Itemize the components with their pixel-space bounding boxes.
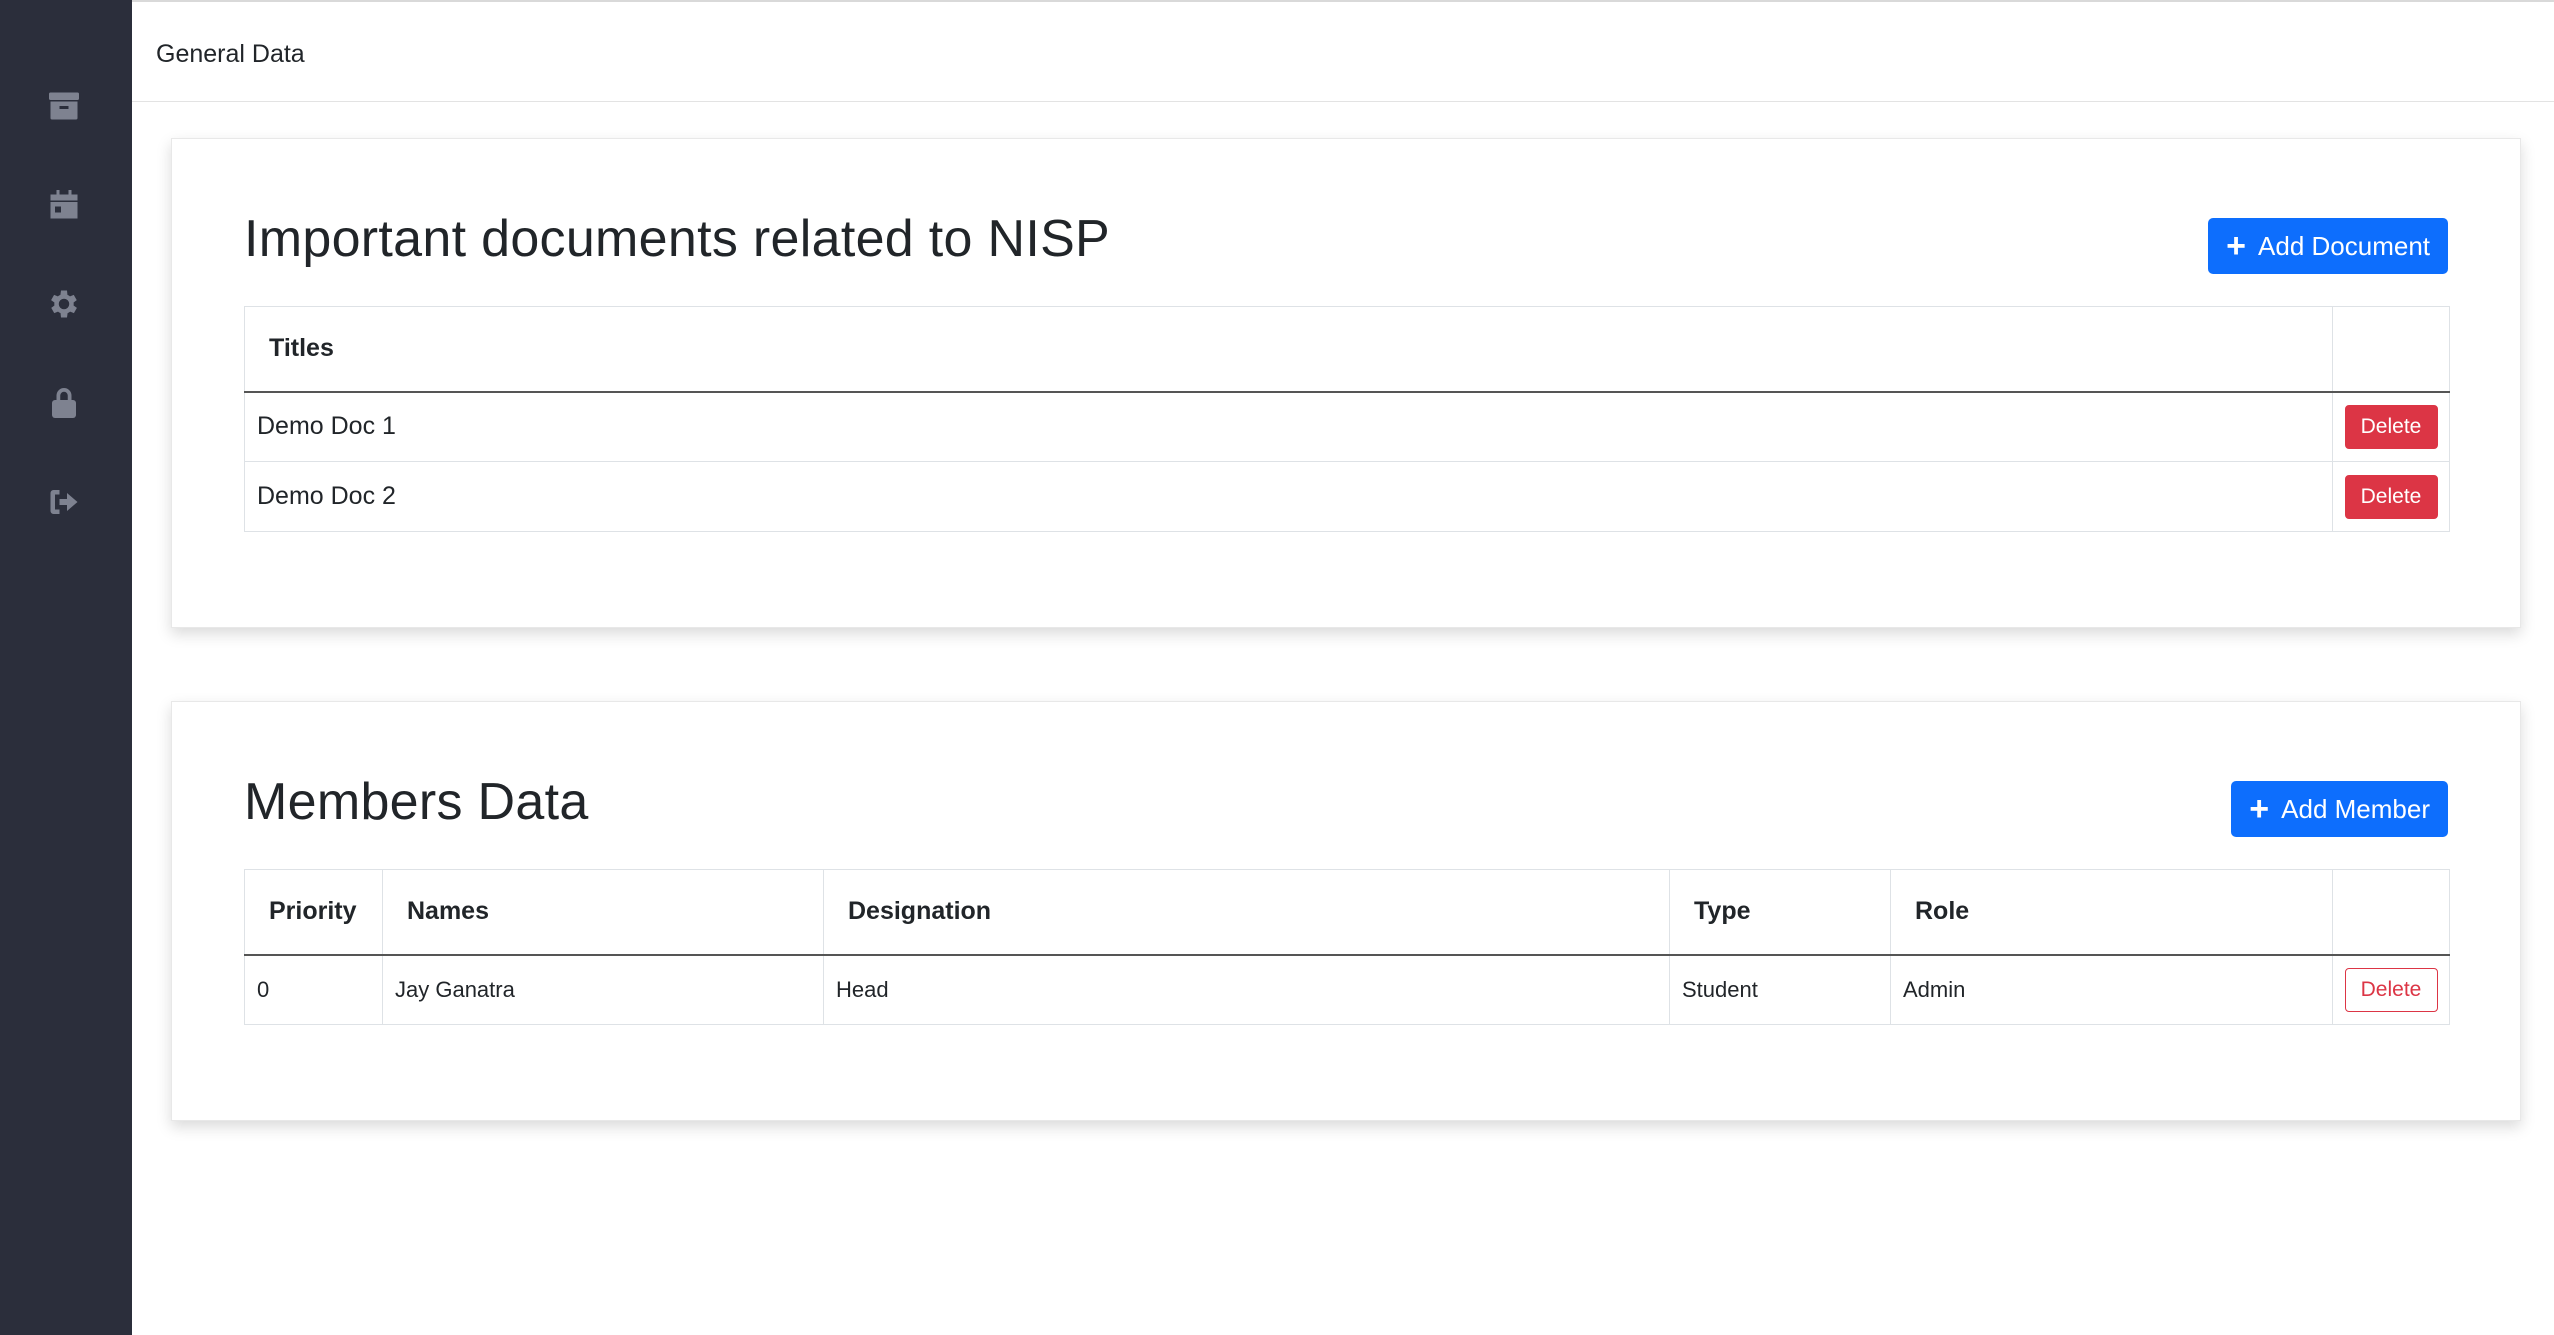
members-table: Priority Names Designation Type Role 0 J… [244,869,2450,1025]
column-header-role: Role [1890,869,2333,956]
sidebar [0,0,132,1335]
table-row: Demo Doc 1 Delete [244,391,2450,462]
column-header-names: Names [382,869,824,956]
table-row: Demo Doc 2 Delete [244,461,2450,532]
document-title-cell: Demo Doc 1 [244,391,2333,462]
name-cell: Jay Ganatra [382,954,824,1025]
topbar: General Data [132,2,2554,102]
members-title: Members Data [244,773,589,831]
calendar-icon[interactable] [44,185,84,225]
delete-button[interactable]: Delete [2344,474,2438,519]
column-header-priority: Priority [244,869,383,956]
role-cell: Admin [1890,954,2333,1025]
column-header-type: Type [1669,869,1891,956]
plus-icon: + [2249,790,2270,828]
plus-icon: + [2226,227,2247,265]
main-content: General Data Important documents related… [132,0,2554,1335]
documents-title: Important documents related to NISP [244,210,1111,268]
add-document-label: Add Document [2258,230,2430,261]
add-member-label: Add Member [2281,793,2430,824]
delete-button[interactable]: Delete [2344,967,2438,1012]
lock-icon[interactable] [44,383,84,423]
sign-out-icon[interactable] [44,482,84,522]
table-header-row: Titles [244,306,2450,393]
page-title: General Data [156,40,305,68]
column-header-designation: Designation [823,869,1670,956]
column-header-titles: Titles [244,306,2333,393]
add-member-button[interactable]: + Add Member [2231,781,2448,837]
documents-table: Titles Demo Doc 1 Delete Demo Doc 2 Dele… [244,306,2450,532]
action-cell: Delete [2332,954,2450,1025]
designation-cell: Head [823,954,1670,1025]
gear-icon[interactable] [44,284,84,324]
priority-cell: 0 [244,954,383,1025]
document-title-cell: Demo Doc 2 [244,461,2333,532]
type-cell: Student [1669,954,1891,1025]
members-card: Members Data + Add Member Priority Names… [171,701,2521,1121]
archive-icon[interactable] [44,86,84,126]
table-header-row: Priority Names Designation Type Role [244,869,2450,956]
action-cell: Delete [2332,391,2450,462]
table-row: 0 Jay Ganatra Head Student Admin Delete [244,954,2450,1025]
column-header-actions [2332,869,2450,956]
action-cell: Delete [2332,461,2450,532]
column-header-actions [2332,306,2450,393]
delete-button[interactable]: Delete [2344,404,2438,449]
documents-card: Important documents related to NISP + Ad… [171,138,2521,628]
add-document-button[interactable]: + Add Document [2208,218,2448,274]
